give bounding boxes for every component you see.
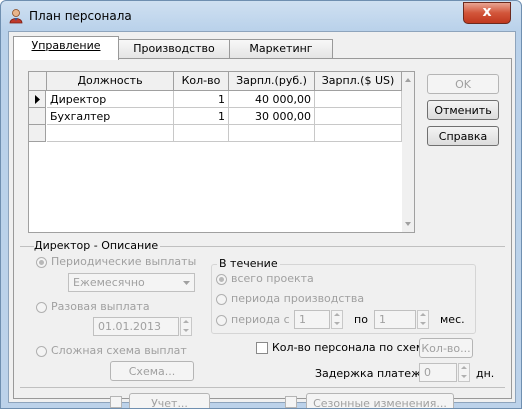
table-cell-salary-usd[interactable]	[315, 91, 402, 108]
tab-production[interactable]: Производство	[117, 39, 231, 59]
table-cell-salary-rub[interactable]: 30 000,00	[229, 108, 315, 125]
period-from-radio[interactable]	[216, 315, 227, 326]
count-button[interactable]: Кол-во...	[419, 338, 473, 358]
period-to-spinner[interactable]	[417, 310, 429, 329]
table-cell-empty[interactable]	[229, 125, 315, 142]
staff-grid[interactable]: Должность Кол-во Зарпл.(руб.) Зарпл.($ U…	[28, 71, 415, 233]
table-cell-empty[interactable]	[315, 125, 402, 142]
table-cell-position[interactable]: Директор	[47, 91, 174, 108]
tab-production-label: Производство	[133, 42, 215, 55]
headcount-by-scheme-checkbox[interactable]	[256, 342, 268, 354]
close-button[interactable]: x	[463, 2, 511, 24]
scroll-arrows-icon	[405, 78, 411, 226]
bottom-separator	[20, 387, 505, 388]
cancel-button[interactable]: Отменить	[427, 100, 499, 120]
staff-plan-icon	[9, 9, 23, 24]
table-cell-salary-rub[interactable]: 40 000,00	[229, 91, 315, 108]
grid-header-count[interactable]: Кол-во	[174, 72, 229, 91]
accounting-checkbox[interactable]	[110, 396, 122, 408]
grid-header-salary-usd[interactable]: Зарпл.($ US)	[315, 72, 402, 91]
months-label: мес.	[440, 313, 465, 326]
seasonal-changes-button[interactable]: Сезонные изменения...	[306, 393, 454, 408]
complex-scheme-label: Сложная схема выплат	[51, 344, 187, 357]
window-title: План персонала	[29, 9, 132, 23]
tab-management[interactable]: Управление	[13, 36, 119, 60]
help-button[interactable]: Справка	[427, 126, 499, 146]
row-indicator[interactable]	[29, 108, 46, 125]
accounting-button[interactable]: Учет...	[129, 393, 210, 408]
grid-corner-header	[29, 72, 47, 91]
current-row-arrow-icon	[35, 95, 40, 104]
days-label: дн.	[476, 367, 495, 380]
table-cell-position[interactable]: Бухгалтер	[47, 108, 174, 125]
chevron-down-icon	[183, 281, 190, 285]
table-cell-empty[interactable]	[47, 125, 174, 142]
one-time-payment-label: Разовая выплата	[51, 300, 150, 313]
production-period-radio[interactable]	[216, 294, 227, 305]
seasonal-checkbox[interactable]	[285, 396, 297, 408]
tab-panel-management: Должность Кол-во Зарпл.(руб.) Зарпл.($ U…	[13, 58, 512, 408]
table-cell-count[interactable]: 1	[174, 108, 229, 125]
payment-date-field[interactable]: 01.01.2013	[93, 317, 179, 336]
description-title: Директор - Описание	[34, 239, 161, 252]
dialog-client: Управление Производство Маркетинг Должно…	[8, 31, 516, 408]
table-cell-count[interactable]: 1	[174, 91, 229, 108]
row-indicator[interactable]	[29, 91, 46, 108]
payment-delay-spinner[interactable]	[458, 363, 470, 382]
frequency-select[interactable]: Ежемесячно	[68, 273, 195, 292]
period-to-label: по	[354, 313, 368, 326]
row-indicator[interactable]	[29, 125, 46, 142]
periodic-payments-radio[interactable]	[36, 257, 47, 268]
payment-date-spinner[interactable]	[180, 317, 192, 336]
tab-management-label: Управление	[31, 39, 101, 52]
table-cell-empty[interactable]	[174, 125, 229, 142]
headcount-by-scheme-label: Кол-во персонала по схеме	[272, 341, 431, 354]
frequency-value: Ежемесячно	[73, 276, 145, 289]
grid-header-position[interactable]: Должность	[47, 72, 174, 91]
period-from-field[interactable]: 1	[294, 310, 330, 329]
one-time-payment-radio[interactable]	[36, 302, 47, 313]
whole-project-radio[interactable]	[216, 274, 227, 285]
tab-marketing-label: Маркетинг	[249, 42, 313, 55]
production-period-label: периода производства	[231, 292, 365, 305]
during-title: В течение	[217, 257, 280, 270]
grid-header-salary-rub[interactable]: Зарпл.(руб.)	[229, 72, 315, 91]
scheme-button[interactable]: Схема...	[110, 361, 194, 381]
table-cell-salary-usd[interactable]	[315, 108, 402, 125]
period-from-spinner[interactable]	[331, 310, 343, 329]
period-to-field[interactable]: 1	[374, 310, 416, 329]
ok-button[interactable]: OK	[427, 74, 499, 94]
payment-delay-field[interactable]: 0	[419, 363, 457, 382]
complex-scheme-radio[interactable]	[36, 346, 47, 357]
dialog-window: План персонала x Управление Производство…	[0, 0, 522, 409]
period-from-label: периода с	[231, 313, 290, 326]
title-bar: План персонала x	[1, 1, 521, 31]
whole-project-label: всего проекта	[231, 272, 314, 285]
periodic-payments-label: Периодические выплаты	[51, 255, 197, 268]
tab-marketing[interactable]: Маркетинг	[229, 39, 333, 59]
grid-scrollbar[interactable]	[402, 72, 414, 232]
